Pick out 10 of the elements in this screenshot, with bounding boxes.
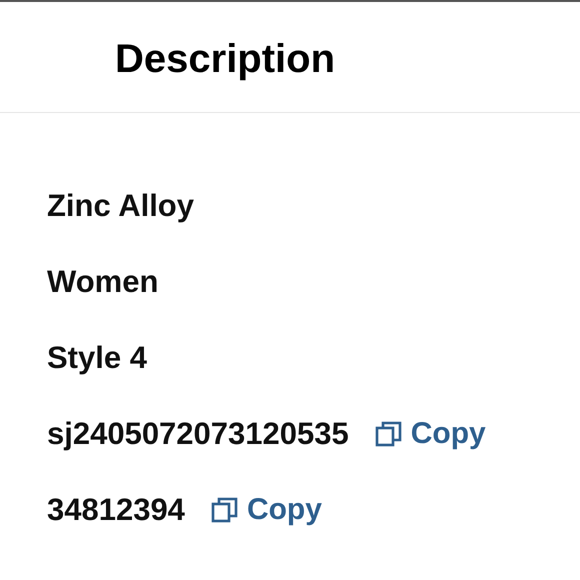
copy-icon [374,420,403,448]
detail-text: Zinc Alloy [47,188,194,224]
detail-text: Women [47,264,158,300]
detail-text: Style 4 [47,340,147,376]
copy-icon [210,496,239,524]
copy-button[interactable]: Copy [210,493,322,527]
copy-button[interactable]: Copy [374,417,486,451]
detail-text: sj2405072073120535 [47,416,349,452]
page-title: Description [115,36,336,82]
detail-text: 34812394 [47,492,185,528]
